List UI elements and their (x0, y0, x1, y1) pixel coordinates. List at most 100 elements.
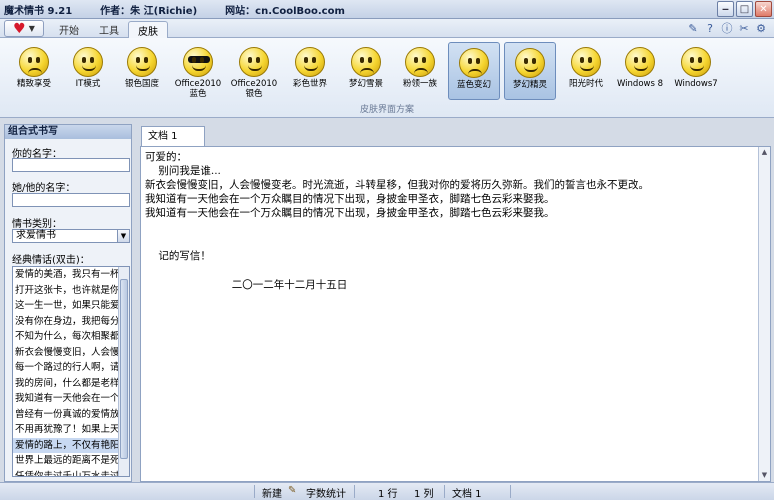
settings-icon[interactable]: ⚙ (754, 21, 768, 35)
tab-tools[interactable]: 工具 (90, 21, 128, 38)
skin-option[interactable]: IT模式 (62, 42, 114, 100)
skin-label: Windows 8 (616, 79, 664, 89)
scroll-up-icon[interactable]: ▲ (759, 147, 770, 158)
maximize-button[interactable]: □ (736, 1, 753, 17)
skin-option[interactable]: Office2010 蓝色 (172, 42, 224, 100)
skin-option[interactable]: 阳光时代 (560, 42, 612, 100)
list-item[interactable]: 新衣会慢慢变旧，人会慢 (13, 345, 129, 361)
skin-option[interactable]: 蓝色变幻 (448, 42, 500, 100)
list-item[interactable]: 爱情的路上，不仅有艳阳 (13, 437, 129, 453)
info-icon[interactable]: ⓘ (720, 21, 734, 35)
skin-label: Office2010 蓝色 (174, 79, 222, 99)
app-title: 魔术情书 9.21 (4, 5, 73, 17)
skin-label: 蓝色变幻 (456, 80, 491, 90)
document-line: 我知道有一天他会在一个万众瞩目的情况下出现，身披金甲圣衣，脚踏七色云彩来娶我。 (145, 207, 555, 219)
smiley-icon (19, 47, 49, 77)
skin-gallery: 精致享受 IT模式 银色国度 Office2010 蓝色 Office2010 银色 彩色… (0, 38, 774, 118)
list-item[interactable]: 爱情的美酒，我只有一杯 (13, 267, 129, 283)
document-tabs: 文档 1 (137, 124, 771, 146)
document-line: 新衣会慢慢变旧，人会慢慢变老。时光流逝，斗转星移，但我对你的爱将历久弥新。我们的… (145, 179, 649, 191)
status-row: 1 行 (378, 489, 398, 500)
skin-option[interactable]: 彩色世界 (284, 42, 336, 100)
title-bar: 魔术情书 9.21 作者：朱 江(Richie) 网站：cn.CoolBoo.c… (0, 0, 774, 19)
skin-group-label: 皮肤界面方案 (359, 105, 414, 115)
document-line: 我知道有一天他会在一个万众瞩目的情况下出现，身披金甲圣衣，脚踏七色云彩来娶我。 (145, 193, 555, 205)
skin-option[interactable]: 银色国度 (116, 42, 168, 100)
status-wordcount[interactable]: 字数统计 (306, 485, 346, 500)
smiley-icon (351, 47, 381, 77)
quotes-list[interactable]: 爱情的美酒，我只有一杯 打开这张卡，也许就是你 这一生一世，如果只能爱 没有你在身边，… (12, 266, 130, 477)
minimize-button[interactable]: ‒ (717, 1, 734, 17)
window-controls: ‒ □ ✕ (717, 1, 772, 17)
list-item[interactable]: 不用再犹豫了！如果上天 (13, 422, 129, 438)
close-button[interactable]: ✕ (755, 1, 772, 17)
status-doc: 文档 1 (452, 489, 482, 500)
list-item[interactable]: 我知道有一天他会在一个 (13, 391, 129, 407)
list-item[interactable]: 这一生一世，如果只能爱 (13, 298, 129, 314)
status-separator (254, 485, 255, 498)
scrollbar-thumb[interactable] (120, 279, 128, 459)
list-item[interactable]: 打开这张卡，也许就是你 (13, 283, 129, 299)
list-item[interactable]: 没有你在身边，我把每分 (13, 314, 129, 330)
list-item[interactable]: 不知为什么，每次相聚都 (13, 329, 129, 345)
tab-skins[interactable]: 皮肤 (128, 21, 168, 38)
skin-option[interactable]: 精致享受 (8, 42, 60, 100)
letter-editor[interactable]: 可爱的： 别问我是谁... 新衣会慢慢变旧，人会慢慢变老。时光流逝，斗转星移，但我… (140, 146, 771, 482)
their-name-label: 她/他的名字： (12, 183, 76, 194)
status-bar: 新建 ✎ 字数统计 1 行 1 列 文档 1 (0, 482, 774, 500)
skin-option[interactable]: Windows 8 (614, 42, 666, 100)
smiley-icon (127, 47, 157, 77)
compose-panel-header: 组合式书写 (5, 125, 131, 139)
skin-label: IT模式 (75, 79, 101, 89)
their-name-input[interactable] (12, 193, 130, 207)
your-name-input[interactable] (12, 158, 130, 172)
pen-icon: ✎ (288, 485, 297, 496)
cut-icon[interactable]: ✂ (737, 21, 751, 35)
editor-scrollbar[interactable]: ▲ ▼ (758, 147, 770, 481)
document-line: 二〇一二年十二月十五日 (145, 279, 348, 291)
skin-label: 银色国度 (124, 79, 159, 89)
app-menu-button[interactable]: ♥ ▼ (4, 20, 44, 37)
document-line: 记的写信！ (145, 250, 211, 262)
skin-option[interactable]: 粉领一族 (394, 42, 446, 100)
help-icon[interactable]: ? (703, 21, 717, 35)
list-item[interactable]: 任凭你走过千山万水走过 (13, 469, 129, 477)
skin-label: 阳光时代 (568, 79, 603, 89)
chevron-down-icon[interactable]: ▼ (117, 230, 129, 242)
smiley-icon (405, 47, 435, 77)
document-line: 别问我是谁... (145, 165, 221, 177)
skin-option[interactable]: Office2010 银色 (228, 42, 280, 100)
quotes-scrollbar[interactable] (118, 267, 129, 476)
list-item[interactable]: 我的房间，什么都是老样 (13, 376, 129, 392)
smiley-icon (295, 47, 325, 77)
document-tab[interactable]: 文档 1 (141, 126, 205, 146)
author-label: 作者：朱 江(Richie) (100, 5, 198, 17)
status-separator (354, 485, 355, 498)
category-select[interactable]: 求爱情书 ▼ (12, 229, 130, 243)
status-separator (444, 485, 445, 498)
smiley-icon (183, 47, 213, 77)
chevron-down-icon: ▼ (28, 24, 35, 33)
status-new[interactable]: 新建 (262, 485, 282, 500)
skin-option[interactable]: 梦幻雪景 (340, 42, 392, 100)
tools-icon[interactable]: ✎ (686, 21, 700, 35)
skin-label: Windows7 (674, 79, 718, 89)
compose-panel: 组合式书写 你的名字： 她/他的名字： 情书类别： 求爱情书 ▼ 经典情话(双击… (4, 124, 132, 482)
skin-option[interactable]: 梦幻精灵 (504, 42, 556, 100)
skin-label: 彩色世界 (292, 79, 327, 89)
scroll-down-icon[interactable]: ▼ (759, 470, 770, 481)
skin-option[interactable]: Windows7 (670, 42, 722, 100)
skin-label: 精致享受 (16, 79, 51, 89)
list-item[interactable]: 曾经有一份真诚的爱情放 (13, 407, 129, 423)
category-value: 求爱情书 (16, 230, 56, 241)
tab-start[interactable]: 开始 (50, 21, 88, 38)
smiley-icon (73, 47, 103, 77)
list-item[interactable]: 每一个路过的行人啊，请 (13, 360, 129, 376)
website-label: 网站：cn.CoolBoo.com (225, 5, 345, 17)
list-item[interactable]: 世界上最远的距离不是死 (13, 453, 129, 469)
ribbon-tab-row: ♥ ▼ 开始 工具 皮肤 ✎ ? ⓘ ✂ ⚙ (0, 19, 774, 38)
quick-actions: ✎ ? ⓘ ✂ ⚙ (686, 21, 768, 36)
smiley-icon (239, 47, 269, 77)
status-separator (510, 485, 511, 498)
skin-label: 梦幻雪景 (348, 79, 383, 89)
